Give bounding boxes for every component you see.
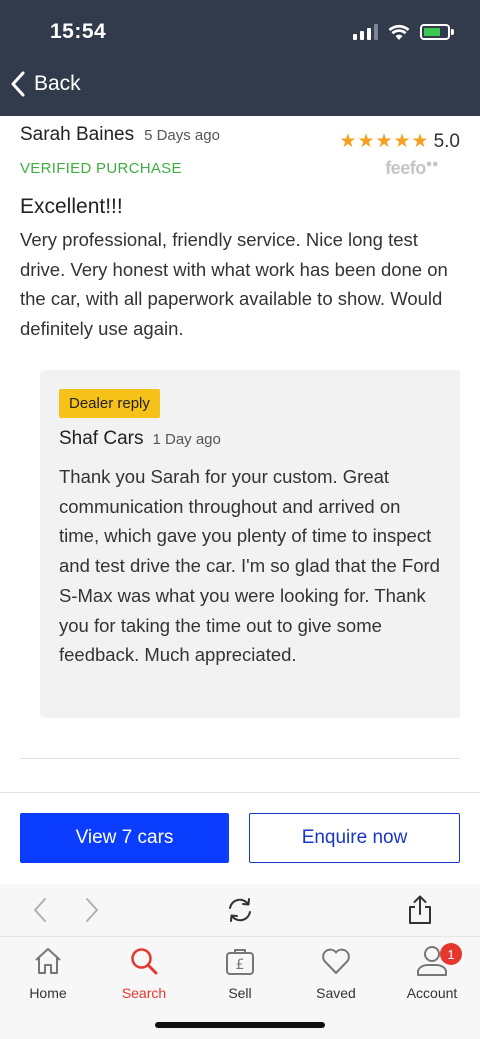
action-buttons: View 7 cars Enquire now <box>20 813 460 863</box>
review-age: 5 Days ago <box>144 127 220 144</box>
top-header: 15:54 Back <box>0 0 480 116</box>
dealer-reply-card: Dealer reply Shaf Cars 1 Day ago Thank y… <box>40 370 460 718</box>
dealer-reply-body: Thank you Sarah for your custom. Great c… <box>59 466 440 666</box>
stars-icon: ★★★★★ <box>339 131 430 152</box>
sell-pound-icon: £ <box>224 943 256 979</box>
share-icon[interactable] <box>404 894 436 926</box>
review-card: Sarah Baines 5 Days ago ★★★★★ 5.0 feefo●… <box>20 124 460 343</box>
chevron-left-icon <box>11 71 25 97</box>
feefo-logo: feefo●● <box>385 158 438 178</box>
review-body: Very professional, friendly service. Nic… <box>20 229 448 339</box>
back-label: Back <box>34 72 81 95</box>
cellular-signal-icon <box>353 24 378 40</box>
dealer-name: Shaf Cars <box>59 428 144 449</box>
home-icon <box>33 943 63 979</box>
back-button[interactable]: Back <box>10 66 81 102</box>
tab-search[interactable]: Search <box>96 941 192 1001</box>
tab-label: Home <box>29 985 67 1001</box>
tab-label: Sell <box>228 985 252 1001</box>
status-icons <box>353 20 454 44</box>
back-arrow-icon[interactable] <box>24 894 56 926</box>
view-cars-button[interactable]: View 7 cars <box>20 813 229 863</box>
heart-icon <box>320 943 352 979</box>
rating-score: 5.0 <box>433 130 460 152</box>
tab-label: Search <box>121 985 167 1001</box>
tab-label: Saved <box>316 985 356 1001</box>
tab-home[interactable]: Home <box>0 941 96 1001</box>
star-rating: ★★★★★ 5.0 <box>339 130 460 153</box>
tab-sell[interactable]: £ Sell <box>192 941 288 1001</box>
reviewer-name: Sarah Baines <box>20 124 135 145</box>
tab-saved[interactable]: Saved <box>288 941 384 1001</box>
status-time: 15:54 <box>50 20 107 43</box>
divider <box>20 758 460 759</box>
dealer-reply-header: Shaf Cars 1 Day ago <box>59 428 440 450</box>
wifi-icon <box>388 24 410 40</box>
notification-badge: 1 <box>440 943 462 965</box>
forward-arrow-icon[interactable] <box>76 894 108 926</box>
tab-label: Account <box>406 985 458 1001</box>
tab-account[interactable]: 1 Account <box>384 941 480 1001</box>
svg-text:£: £ <box>236 957 245 973</box>
dealer-reply-badge: Dealer reply <box>59 389 160 418</box>
home-indicator <box>155 1022 325 1028</box>
search-icon <box>129 943 159 979</box>
refresh-icon[interactable] <box>224 894 256 926</box>
review-title: Excellent!!! <box>20 195 123 218</box>
enquire-now-button[interactable]: Enquire now <box>249 813 460 863</box>
browser-toolbar <box>0 884 480 936</box>
dealer-reply-age: 1 Day ago <box>152 431 221 448</box>
battery-charging-icon <box>420 24 454 40</box>
divider <box>0 792 480 793</box>
